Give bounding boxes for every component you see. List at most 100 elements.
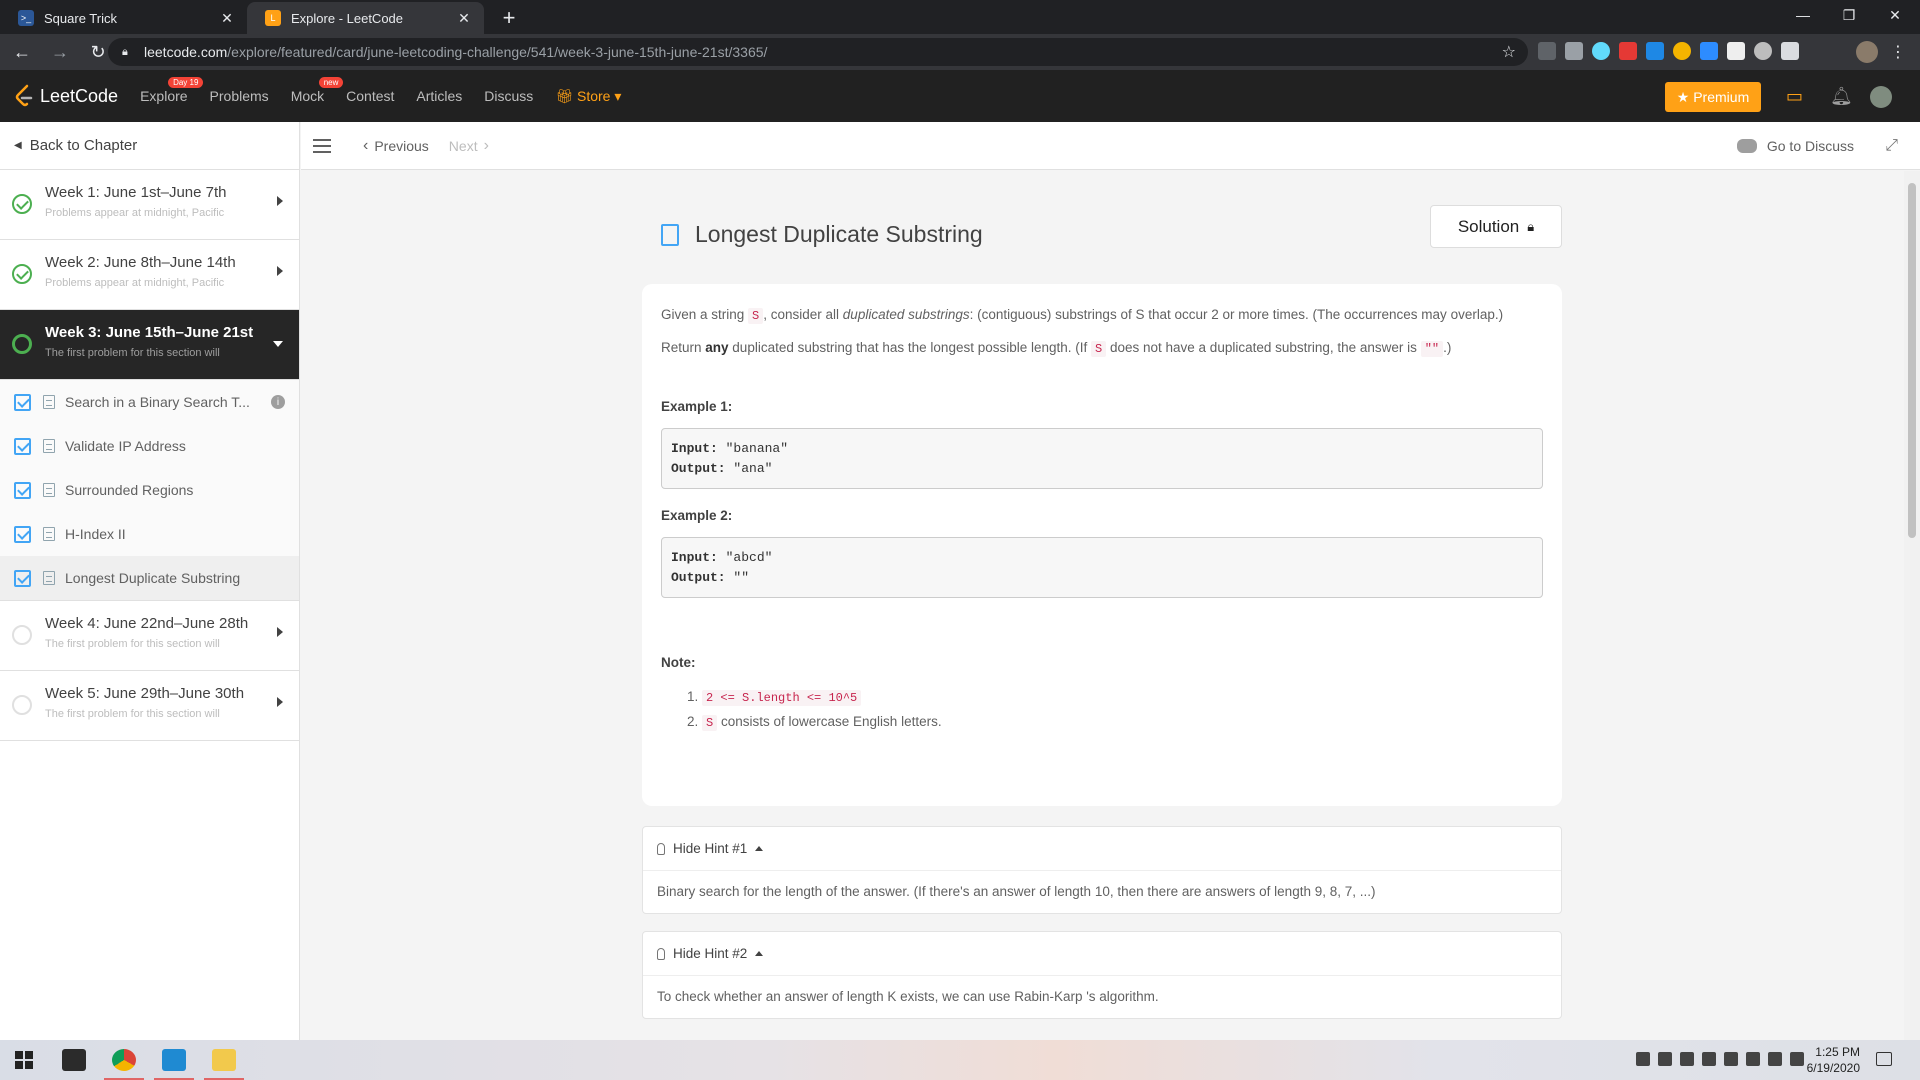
input-label: Input: [671, 441, 718, 456]
inline-code: S [702, 715, 718, 731]
tray-network-icon[interactable] [1768, 1052, 1782, 1066]
restore-icon[interactable]: ❐ [1826, 0, 1872, 30]
playground-icon[interactable]: ▭ [1786, 86, 1803, 107]
tray-cloud-icon[interactable] [1702, 1052, 1716, 1066]
extension-react-icon[interactable] [1592, 42, 1610, 60]
week-3-section[interactable]: Week 3: June 15th–June 21st The first pr… [0, 310, 299, 380]
text: , consider all [763, 307, 843, 322]
tray-app-icon[interactable] [1636, 1052, 1650, 1066]
logo-text: LeetCode [40, 85, 119, 106]
leetcode-favicon-icon: L [265, 10, 281, 26]
info-icon[interactable]: i [271, 395, 285, 409]
extension-plus-icon[interactable] [1619, 42, 1637, 60]
extension-s-icon[interactable] [1646, 42, 1664, 60]
start-button[interactable] [0, 1040, 48, 1080]
terminal-favicon-icon: >_ [18, 10, 34, 26]
nav-problems[interactable]: Problems [210, 88, 269, 105]
previous-label: Previous [374, 137, 429, 154]
close-tab-icon[interactable]: ✕ [219, 10, 235, 26]
checkbox-checked-icon [14, 481, 31, 499]
hide-hint-2-toggle[interactable]: Hide Hint #2 [643, 932, 1561, 976]
caret-up-icon [755, 846, 764, 851]
list-item[interactable]: Surrounded Regions [0, 468, 299, 512]
leetcode-logo[interactable]: LeetCode [14, 84, 118, 108]
back-to-chapter-link[interactable]: ◀ Back to Chapter [0, 122, 299, 170]
caret-left-icon: ◀ [14, 140, 22, 151]
tray-volume-icon[interactable] [1790, 1052, 1804, 1066]
extension-chart-icon[interactable] [1538, 42, 1556, 60]
emphasis: duplicated substrings [842, 307, 970, 322]
gift-icon: 🎁︎ [555, 87, 574, 104]
lock-icon: 🔒︎ [1527, 218, 1535, 234]
extension-camera-icon[interactable] [1565, 42, 1583, 60]
taskbar-file-explorer[interactable] [200, 1040, 248, 1080]
extension-target-icon[interactable] [1754, 42, 1772, 60]
new-tab-button[interactable]: + [496, 5, 522, 31]
example-2-label: Example 2: [661, 508, 733, 523]
forward-arrow-icon[interactable]: → [44, 36, 76, 68]
week-4-section[interactable]: Week 4: June 22nd–June 28th The first pr… [0, 601, 299, 671]
back-arrow-icon[interactable]: ← [6, 36, 38, 68]
hamburger-menu-icon[interactable] [313, 138, 331, 153]
tab-explore-leetcode[interactable]: L Explore - LeetCode ✕ [247, 2, 484, 34]
browser-menu-icon[interactable]: ⋮ [1890, 42, 1906, 62]
item-label: Longest Duplicate Substring [65, 570, 241, 586]
address-bar[interactable]: 🔒︎ leetcode.com /explore/featured/card/j… [108, 38, 1528, 66]
close-tab-icon[interactable]: ✕ [456, 10, 472, 26]
input-label: Input: [671, 550, 718, 565]
nav-contest[interactable]: Contest [346, 88, 394, 105]
profile-avatar[interactable] [1856, 41, 1878, 63]
tray-onedrive-icon[interactable] [1724, 1052, 1738, 1066]
extensions-puzzle-icon[interactable] [1781, 42, 1799, 60]
week-2-section[interactable]: Week 2: June 8th–June 14th Problems appe… [0, 240, 299, 310]
next-button[interactable]: Next › [449, 137, 495, 155]
system-clock[interactable]: 1:25 PM 6/19/2020 [1804, 1044, 1860, 1076]
vertical-scrollbar[interactable] [1904, 171, 1920, 1040]
nav-store[interactable]: 🎁︎ Store ▾ [555, 88, 621, 105]
list-item[interactable]: Search in a Binary Search T... i [0, 380, 299, 424]
solution-button[interactable]: Solution 🔒︎ [1430, 205, 1562, 248]
nav-mock[interactable]: Mock new [291, 76, 344, 105]
nav-discuss[interactable]: Discuss [484, 88, 533, 105]
premium-button[interactable]: ★ Premium [1665, 82, 1761, 112]
list-item[interactable]: H-Index II [0, 512, 299, 556]
back-label: Back to Chapter [29, 137, 138, 154]
list-item[interactable]: Validate IP Address [0, 424, 299, 468]
extension-calendar-icon[interactable] [1727, 42, 1745, 60]
hint-1-text: Binary search for the length of the answ… [657, 884, 1376, 899]
go-to-discuss-label: Go to Discuss [1766, 137, 1854, 154]
go-to-discuss-link[interactable]: Go to Discuss [1736, 137, 1854, 154]
nav-explore[interactable]: Explore Day 19 [140, 76, 204, 105]
user-avatar[interactable] [1870, 86, 1892, 108]
tray-eye-icon[interactable] [1658, 1052, 1672, 1066]
text: duplicated substring that has the longes… [728, 340, 1092, 355]
hint-label: Hide Hint #1 [673, 841, 748, 856]
bell-icon[interactable]: 🔔︎ [1830, 86, 1853, 107]
tray-shield-icon[interactable] [1680, 1052, 1694, 1066]
leetcode-logo-icon [15, 84, 33, 107]
taskbar-vscode[interactable] [150, 1040, 198, 1080]
tray-defender-icon[interactable] [1746, 1052, 1760, 1066]
tab-square-trick[interactable]: >_ Square Trick ✕ [0, 2, 247, 34]
leetcode-navbar: LeetCode Explore Day 19 Problems Mock ne… [0, 70, 1920, 122]
week-1-section[interactable]: Week 1: June 1st–June 7th Problems appea… [0, 170, 299, 240]
nav-articles[interactable]: Articles [416, 88, 462, 105]
extension-zoom-icon[interactable] [1700, 42, 1718, 60]
list-item-selected[interactable]: Longest Duplicate Substring [0, 556, 299, 600]
problem-content: Longest Duplicate Substring Solution 🔒︎ … [301, 171, 1901, 1040]
problem-title: Longest Duplicate Substring [695, 221, 983, 247]
chevron-left-icon: ‹ [363, 136, 369, 154]
week-5-section[interactable]: Week 5: June 29th–June 30th The first pr… [0, 671, 299, 741]
bookmark-star-icon[interactable]: ☆ [1502, 42, 1516, 62]
hide-hint-1-toggle[interactable]: Hide Hint #1 [643, 827, 1561, 871]
previous-button[interactable]: ‹ Previous [357, 137, 429, 155]
notification-center-icon[interactable] [1876, 1052, 1892, 1066]
scrollbar-thumb[interactable] [1908, 183, 1916, 538]
minimize-icon[interactable]: — [1780, 0, 1826, 30]
extension-owl-icon[interactable] [1673, 42, 1691, 60]
taskbar-chrome[interactable] [100, 1040, 148, 1080]
fullscreen-expand-icon[interactable]: ⤢ [1885, 137, 1898, 155]
close-window-icon[interactable]: ✕ [1872, 0, 1918, 30]
taskbar-terminal[interactable] [50, 1040, 98, 1080]
example-1-code-block: Input: "banana" Output: "ana" [661, 428, 1543, 489]
